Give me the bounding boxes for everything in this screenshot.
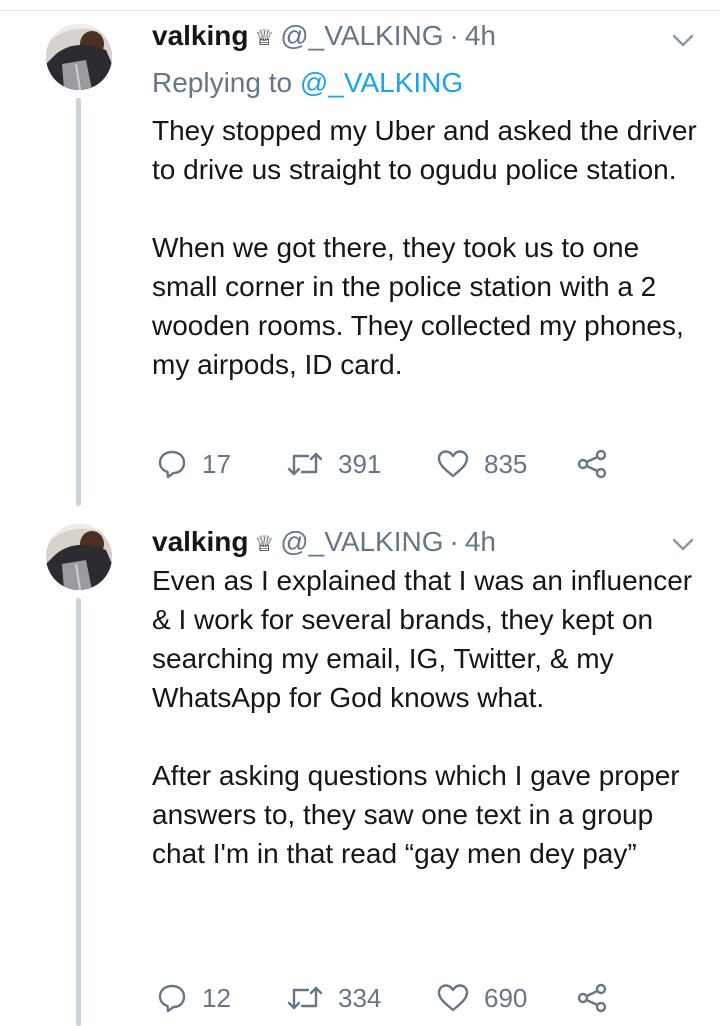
chevron-down-icon[interactable] bbox=[672, 34, 694, 48]
crown-icon: ♕ bbox=[254, 531, 275, 556]
retweet-button[interactable]: 391 bbox=[286, 444, 381, 484]
like-button[interactable]: 835 bbox=[436, 444, 527, 484]
replying-prefix: Replying to bbox=[152, 67, 293, 98]
reply-button[interactable]: 12 bbox=[156, 978, 231, 1018]
thread-line bbox=[76, 98, 81, 506]
tweet[interactable]: valking ♕ @_VALKING · 4h Even as I explained… bbox=[0, 506, 720, 1026]
tweet-text: Even as I explained that I was an influe… bbox=[152, 561, 708, 873]
tweet-text: They stopped my Uber and asked the drive… bbox=[152, 111, 708, 384]
thread-line bbox=[76, 598, 81, 1026]
avatar[interactable] bbox=[46, 24, 112, 90]
share-button[interactable] bbox=[576, 978, 622, 1018]
reply-count: 12 bbox=[202, 982, 231, 1013]
replying-to: Replying to @_VALKING bbox=[152, 66, 463, 100]
retweet-count: 391 bbox=[338, 448, 382, 479]
tweet-paragraph: They stopped my Uber and asked the drive… bbox=[152, 115, 697, 185]
like-button[interactable]: 690 bbox=[436, 978, 527, 1018]
avatar[interactable] bbox=[46, 524, 112, 590]
handle[interactable]: @_VALKING bbox=[280, 20, 443, 51]
tweet-header: valking ♕ @_VALKING · 4h bbox=[152, 524, 696, 560]
tweet[interactable]: valking ♕ @_VALKING · 4h Replying to @_VALKI… bbox=[0, 10, 720, 506]
timestamp[interactable]: 4h bbox=[465, 20, 496, 51]
separator: · bbox=[449, 526, 459, 557]
retweet-count: 334 bbox=[338, 982, 382, 1013]
chevron-down-icon[interactable] bbox=[672, 538, 694, 552]
replying-mention[interactable]: @_VALKING bbox=[300, 67, 463, 98]
share-icon bbox=[576, 448, 622, 480]
handle[interactable]: @_VALKING bbox=[280, 526, 443, 557]
retweet-button[interactable]: 334 bbox=[286, 978, 381, 1018]
like-count: 690 bbox=[484, 982, 528, 1013]
separator: · bbox=[449, 20, 459, 51]
reply-icon bbox=[156, 448, 202, 480]
reply-button[interactable]: 17 bbox=[156, 444, 231, 484]
tweet-paragraph: After asking questions which I gave prop… bbox=[152, 760, 680, 869]
share-button[interactable] bbox=[576, 444, 622, 484]
reply-count: 17 bbox=[202, 448, 231, 479]
retweet-icon bbox=[286, 448, 338, 480]
tweet-paragraph: Even as I explained that I was an influe… bbox=[152, 565, 693, 713]
share-icon bbox=[576, 982, 622, 1014]
display-name[interactable]: valking bbox=[152, 526, 248, 557]
tweet-header: valking ♕ @_VALKING · 4h bbox=[152, 18, 696, 54]
action-bar: 12 334 690 bbox=[152, 978, 632, 1018]
retweet-icon bbox=[286, 982, 338, 1014]
crown-icon: ♕ bbox=[254, 25, 275, 50]
heart-icon bbox=[436, 982, 484, 1014]
heart-icon bbox=[436, 448, 484, 480]
tweet-paragraph: When we got there, they took us to one s… bbox=[152, 232, 684, 380]
display-name[interactable]: valking bbox=[152, 20, 248, 51]
action-bar: 17 391 835 bbox=[152, 444, 632, 484]
reply-icon bbox=[156, 982, 202, 1014]
timestamp[interactable]: 4h bbox=[465, 526, 496, 557]
like-count: 835 bbox=[484, 448, 528, 479]
